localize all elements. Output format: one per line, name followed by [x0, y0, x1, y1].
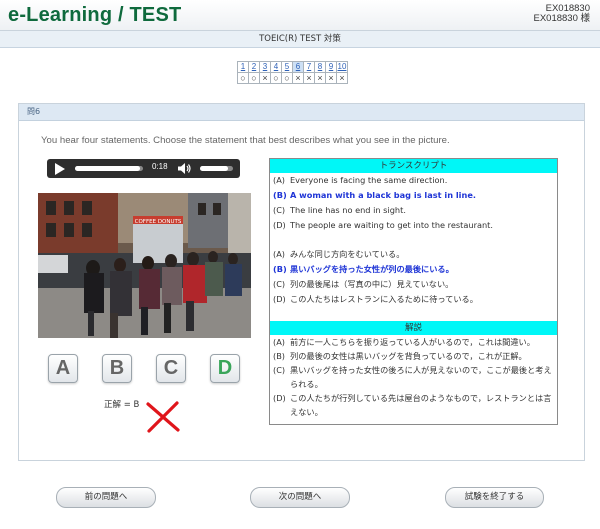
question-link-3[interactable]: 3 — [259, 61, 271, 73]
question-link-1[interactable]: 1 — [237, 61, 249, 73]
statement-text: Everyone is facing the same direction. — [290, 175, 448, 185]
statement-label: (D) — [273, 294, 286, 304]
explanation-c: (C) 黒いバッグを持った女性の後ろに人が見えないので，ここが最後と考えられる。 — [270, 363, 557, 391]
user-name: EX018830 様 — [533, 13, 590, 24]
question-link-6-current[interactable]: 6 — [292, 61, 304, 73]
explanation-label: (C) — [273, 365, 286, 375]
result-mark: × — [325, 72, 337, 84]
english-statement-a: (A) Everyone is facing the same direction… — [270, 173, 557, 188]
japanese-statement-c: (C) 列の最後尾は（写真の中に）見えていない。 — [270, 277, 557, 292]
test-title: TOEIC(R) TEST 対策 — [0, 31, 600, 48]
result-mark: × — [303, 72, 315, 84]
choice-a-button[interactable]: A — [48, 354, 78, 383]
statement-text: The people are waiting to get into the r… — [290, 220, 493, 230]
result-mark: ○ — [248, 72, 260, 84]
japanese-statement-b-correct: (B) 黒いバッグを持った女性が列の最後にいる。 — [270, 262, 557, 277]
statement-label: (D) — [273, 220, 286, 230]
explanation-text: 列の最後の女性は黒いバッグを背負っているので，これが正解。 — [290, 351, 527, 361]
app-logo: e-Learning / TEST — [8, 4, 182, 26]
statement-text: みんな同じ方向をむいている。 — [290, 249, 405, 259]
correct-answer-text: 正解 = B — [104, 400, 140, 410]
explanation-text: 黒いバッグを持った女性の後ろに人が見えないので，ここが最後と考えられる。 — [290, 365, 552, 389]
prev-question-button[interactable]: 前の問題へ — [56, 487, 156, 508]
app-header: e-Learning / TEST EX018830 EX018830 様 — [0, 0, 600, 31]
result-mark: × — [336, 72, 348, 84]
english-statement-d: (D) The people are waiting to get into th… — [270, 218, 557, 233]
transcript-box: トランスクリプト (A) Everyone is facing the same … — [269, 158, 558, 425]
question-link-10[interactable]: 10 — [336, 61, 348, 73]
explanation-label: (B) — [273, 351, 286, 361]
red-x-icon — [146, 401, 180, 433]
explanation-d: (D) この人たちが行列している先は屋台のようなもので，レストランとは言えない。 — [270, 391, 557, 419]
statement-label: (B) — [273, 264, 287, 274]
japanese-statement-a: (A) みんな同じ方向をむいている。 — [270, 247, 557, 262]
result-mark: × — [259, 72, 271, 84]
transcript-header: トランスクリプト — [270, 159, 557, 173]
statement-label: (C) — [273, 205, 286, 215]
statement-label: (B) — [273, 190, 287, 200]
cart-sign: COFFEE DONUTS — [135, 219, 182, 225]
next-question-button[interactable]: 次の問題へ — [250, 487, 350, 508]
result-mark: ○ — [281, 72, 293, 84]
volume-fill — [200, 166, 229, 171]
question-result-row: ○ ○ × ○ ○ × × × × × — [237, 72, 348, 84]
question-link-2[interactable]: 2 — [248, 61, 260, 73]
statement-label: (A) — [273, 249, 285, 259]
result-mark: ○ — [270, 72, 282, 84]
explanation-a: (A) 前方に一人こちらを振り返っている人がいるので，これは間違い。 — [270, 335, 557, 349]
statement-text: この人たちはレストランに入るために待っている。 — [290, 294, 478, 304]
explanation-label: (A) — [273, 337, 285, 347]
play-icon[interactable] — [55, 163, 65, 175]
result-mark: × — [292, 72, 304, 84]
street-photo-image: COFFEE DONUTS — [38, 193, 251, 338]
question-link-9[interactable]: 9 — [325, 61, 337, 73]
japanese-statement-d: (D) この人たちはレストランに入るために待っている。 — [270, 292, 557, 307]
question-instruction: You hear four statements. Choose the sta… — [41, 135, 450, 146]
english-statement-c: (C) The line has no end in sight. — [270, 203, 557, 218]
question-label: 問6 — [19, 104, 584, 121]
question-link-7[interactable]: 7 — [303, 61, 315, 73]
question-link-5[interactable]: 5 — [281, 61, 293, 73]
question-photo: COFFEE DONUTS — [38, 193, 251, 338]
choice-b-button[interactable]: B — [102, 354, 132, 383]
choice-d-button-selected[interactable]: D — [210, 354, 240, 383]
statement-text: 黒いバッグを持った女性が列の最後にいる。 — [290, 264, 454, 274]
result-mark: × — [314, 72, 326, 84]
audio-player: 0:18 — [47, 159, 240, 178]
volume-slider[interactable] — [200, 166, 233, 171]
question-navigator: 1 2 3 4 5 6 7 8 9 10 ○ ○ × ○ ○ × × × × × — [237, 61, 348, 84]
explanation-text: この人たちが行列している先は屋台のようなもので，レストランとは言えない。 — [290, 393, 552, 417]
statement-text: A woman with a black bag is last in line… — [290, 190, 476, 200]
speaker-icon[interactable] — [178, 163, 192, 174]
question-panel: 問6 You hear four statements. Choose the … — [18, 103, 585, 461]
audio-progress-fill — [75, 166, 140, 171]
explanation-text: 前方に一人こちらを振り返っている人がいるので，これは間違い。 — [290, 337, 535, 347]
choice-c-button[interactable]: C — [156, 354, 186, 383]
explanation-b: (B) 列の最後の女性は黒いバッグを背負っているので，これが正解。 — [270, 349, 557, 363]
user-info: EX018830 EX018830 様 — [533, 4, 590, 24]
audio-seek-bar[interactable] — [75, 166, 143, 171]
audio-time: 0:18 — [152, 162, 168, 171]
question-link-8[interactable]: 8 — [314, 61, 326, 73]
statement-text: The line has no end in sight. — [290, 205, 406, 215]
statement-text: 列の最後尾は（写真の中に）見えていない。 — [290, 279, 454, 289]
statement-label: (A) — [273, 175, 285, 185]
finish-test-button[interactable]: 試験を終了する — [445, 487, 544, 508]
question-link-4[interactable]: 4 — [270, 61, 282, 73]
english-statement-b-correct: (B) A woman with a black bag is last in l… — [270, 188, 557, 203]
explanation-label: (D) — [273, 393, 286, 403]
statement-label: (C) — [273, 279, 286, 289]
result-mark: ○ — [237, 72, 249, 84]
question-number-row: 1 2 3 4 5 6 7 8 9 10 — [237, 61, 348, 73]
explanation-header: 解説 — [270, 321, 557, 335]
